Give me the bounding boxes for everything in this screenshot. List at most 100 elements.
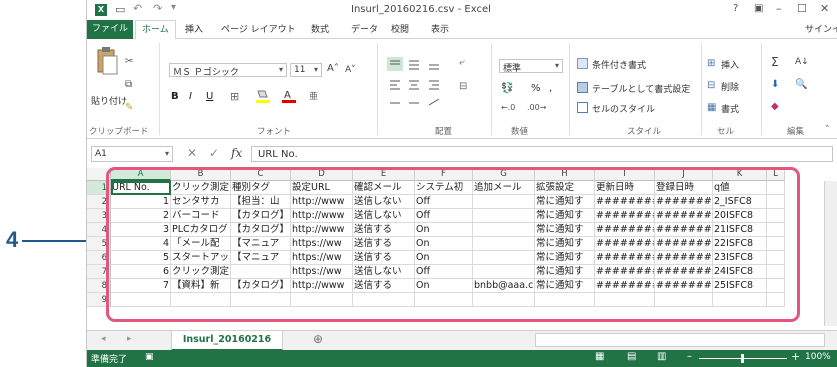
maximize-icon[interactable]: ☐ [797, 2, 807, 15]
paste-icon[interactable] [95, 47, 121, 77]
grow-font-icon[interactable]: A˄ [327, 63, 339, 74]
collapse-ribbon-icon[interactable]: ˄ [825, 125, 830, 135]
zoom-in-icon[interactable]: + [791, 350, 800, 363]
ribbon: 貼り付け ✂ ⧉ ✎ クリップボード ＭＳ Ｐゴシック ▾ 11 ▾ A˄ A˅… [87, 39, 837, 139]
shrink-font-icon[interactable]: A˅ [345, 65, 356, 75]
scroll-sheets-left-icon[interactable]: ◂ [101, 334, 106, 344]
fill-color-icon[interactable] [255, 89, 271, 103]
name-box[interactable]: A1 ▾ [91, 146, 173, 162]
font-name-value: ＭＳ Ｐゴシック [173, 68, 239, 78]
help-icon[interactable]: ? [733, 3, 738, 14]
callout-number: 4 [6, 227, 19, 252]
group-separator [569, 43, 570, 135]
copy-icon[interactable]: ⧉ [125, 79, 132, 90]
group-separator [377, 43, 378, 135]
chevron-down-icon: ▾ [313, 65, 318, 74]
redo-icon[interactable]: ↷ [153, 2, 162, 15]
zoom-out-icon[interactable]: – [687, 351, 692, 362]
editing-group-label: 編集 [787, 127, 805, 137]
zoom-level[interactable]: 100% [805, 352, 831, 362]
window-title: Insurl_20160216.csv - Excel [351, 4, 491, 15]
borders-icon[interactable]: ⊞ [230, 90, 239, 103]
macro-record-icon[interactable]: ▣ [145, 352, 154, 362]
underline-button[interactable]: U [206, 91, 213, 102]
chevron-down-icon: ▾ [554, 61, 559, 70]
tab-home[interactable]: ホーム [135, 20, 176, 40]
cancel-entry-icon[interactable]: ✕ [187, 146, 197, 160]
page-layout-view-icon[interactable]: ▤ [627, 351, 636, 362]
normal-view-icon[interactable]: ▦ [595, 351, 604, 362]
increase-decimal-icon[interactable]: ←.0 [501, 103, 515, 112]
insert-function-icon[interactable]: fx [231, 146, 242, 160]
highlight-frame [106, 167, 800, 322]
signin-link[interactable]: サインイ [805, 23, 837, 37]
horizontal-scrollbar[interactable] [535, 333, 825, 347]
paste-button-label[interactable]: 貼り付け [91, 94, 127, 107]
sheet-tab-bar: ◂ ▸ Insurl_20160216 ⊕ [87, 330, 837, 351]
cell-styles-icon [577, 102, 588, 113]
svg-text:A: A [284, 90, 291, 101]
save-icon[interactable]: ▭ [115, 3, 125, 16]
fill-icon[interactable]: ⬇ [771, 79, 779, 90]
format-as-table-button[interactable]: テーブルとして書式設定 [592, 82, 690, 95]
insert-cells-button[interactable]: 挿入 [721, 58, 739, 71]
decrease-decimal-icon[interactable]: .00→ [527, 103, 546, 112]
find-select-icon[interactable]: 🔍 [795, 79, 807, 90]
group-separator [491, 43, 492, 135]
close-icon[interactable]: ✕ [820, 2, 829, 15]
font-color-icon[interactable]: A [281, 89, 297, 103]
undo-icon[interactable]: ↶ [133, 2, 142, 15]
zoom-slider-thumb[interactable] [741, 354, 744, 363]
tab-formulas[interactable]: 数式 [311, 23, 329, 37]
phonetic-icon[interactable]: 亜 [309, 89, 318, 102]
scroll-sheets-right-icon[interactable]: ▸ [127, 334, 132, 344]
italic-button[interactable]: I [189, 91, 192, 102]
conditional-format-button[interactable]: 条件付き書式 [592, 58, 646, 71]
tab-insert[interactable]: 挿入 [185, 23, 203, 37]
delete-cells-button[interactable]: 削除 [721, 80, 739, 93]
tab-view[interactable]: 表示 [431, 23, 449, 37]
name-box-value: A1 [95, 149, 107, 159]
font-size-value: 11 [294, 65, 306, 75]
add-sheet-icon[interactable]: ⊕ [313, 332, 323, 346]
alignment-buttons[interactable] [387, 57, 453, 117]
autosum-icon[interactable]: Σ [771, 55, 779, 69]
number-format-select[interactable]: 標準 ▾ [499, 59, 563, 74]
page-break-view-icon[interactable]: ▥ [657, 351, 666, 362]
font-name-select[interactable]: ＭＳ Ｐゴシック ▾ [169, 63, 287, 78]
comma-button[interactable]: , [549, 83, 552, 94]
percent-button[interactable]: % [531, 83, 541, 94]
format-cells-button[interactable]: 書式 [721, 102, 739, 115]
styles-group-label: スタイル [627, 127, 662, 137]
format-cells-icon: ▦ [707, 102, 717, 113]
sort-filter-icon[interactable]: A↓ [795, 57, 809, 67]
cell-styles-button[interactable]: セルのスタイル [592, 102, 655, 115]
formula-bar: A1 ▾ ✕ ✓ fx URL No. [87, 144, 837, 164]
group-separator [159, 43, 160, 135]
status-bar: 準備完了 ▣ ▦ ▤ ▥ – + 100% [87, 350, 837, 367]
customize-qat-icon[interactable]: ▾ [171, 2, 176, 13]
minimize-icon[interactable]: – [776, 2, 782, 15]
merge-center-icon[interactable]: ⊟ [459, 81, 467, 92]
ribbon-display-icon[interactable]: ▣ [754, 3, 763, 14]
tab-review[interactable]: 校閲 [391, 23, 409, 37]
tab-file[interactable]: ファイル [87, 20, 134, 39]
chevron-down-icon: ▾ [278, 65, 283, 74]
currency-icon[interactable]: 💱 [501, 83, 513, 94]
formula-input[interactable]: URL No. [251, 146, 833, 162]
bold-button[interactable]: B [171, 91, 179, 102]
clipboard-group-label: クリップボード [89, 127, 149, 137]
ribbon-tab-bar: ファイル ホーム 挿入 ページ レイアウト 数式 データ 校閲 表示 サインイ [87, 20, 837, 40]
sheet-tab-active[interactable]: Insurl_20160216 [171, 331, 283, 351]
wrap-text-icon[interactable]: ⤶ [459, 57, 465, 68]
tab-data[interactable]: データ [351, 23, 378, 37]
conditional-format-icon [577, 58, 588, 69]
confirm-entry-icon[interactable]: ✓ [209, 146, 219, 160]
cut-icon[interactable]: ✂ [125, 56, 133, 67]
vertical-scrollbar[interactable] [824, 181, 837, 326]
font-size-select[interactable]: 11 ▾ [290, 63, 322, 77]
clear-icon[interactable]: ◆ [771, 101, 779, 112]
format-as-table-icon [577, 82, 588, 93]
tab-page-layout[interactable]: ページ レイアウト [221, 23, 296, 37]
format-painter-icon[interactable]: ✎ [125, 102, 133, 113]
